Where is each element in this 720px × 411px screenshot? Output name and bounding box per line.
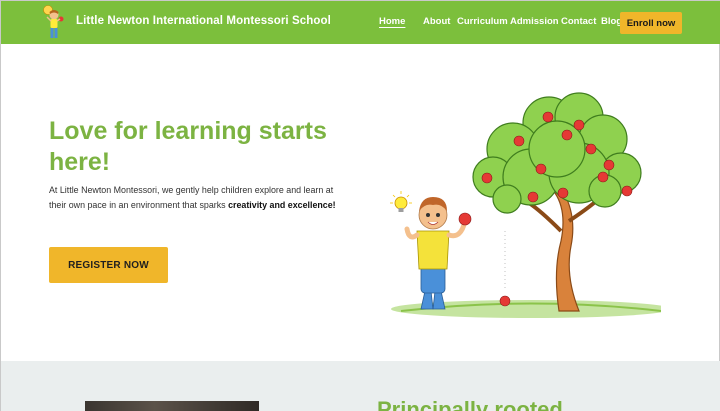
nav-about[interactable]: About: [423, 16, 457, 27]
nav-admission[interactable]: Admission: [510, 16, 561, 27]
brand-name[interactable]: Little Newton International Montessori S…: [76, 15, 331, 27]
hero-description: At Little Newton Montessori, we gently h…: [49, 183, 349, 213]
boy-apple-tree-illustration-icon: [390, 92, 661, 318]
nav-curriculum[interactable]: Curriculum: [457, 16, 510, 27]
next-section-title: Principally rooted: [377, 397, 563, 411]
enroll-now-button[interactable]: Enroll now: [620, 12, 682, 34]
main-nav: Home About Curriculum Admission Contact …: [379, 16, 625, 27]
hero-title: Love for learning starts here!: [49, 117, 327, 176]
register-now-button[interactable]: REGISTER NOW: [49, 247, 168, 283]
nav-home[interactable]: Home: [379, 16, 423, 27]
school-logo-icon[interactable]: [39, 4, 67, 42]
site-header: Little Newton International Montessori S…: [1, 1, 720, 44]
hero-text-bold: creativity and excellence!: [228, 200, 336, 210]
nav-contact[interactable]: Contact: [561, 16, 601, 27]
section-photo: [85, 401, 259, 411]
